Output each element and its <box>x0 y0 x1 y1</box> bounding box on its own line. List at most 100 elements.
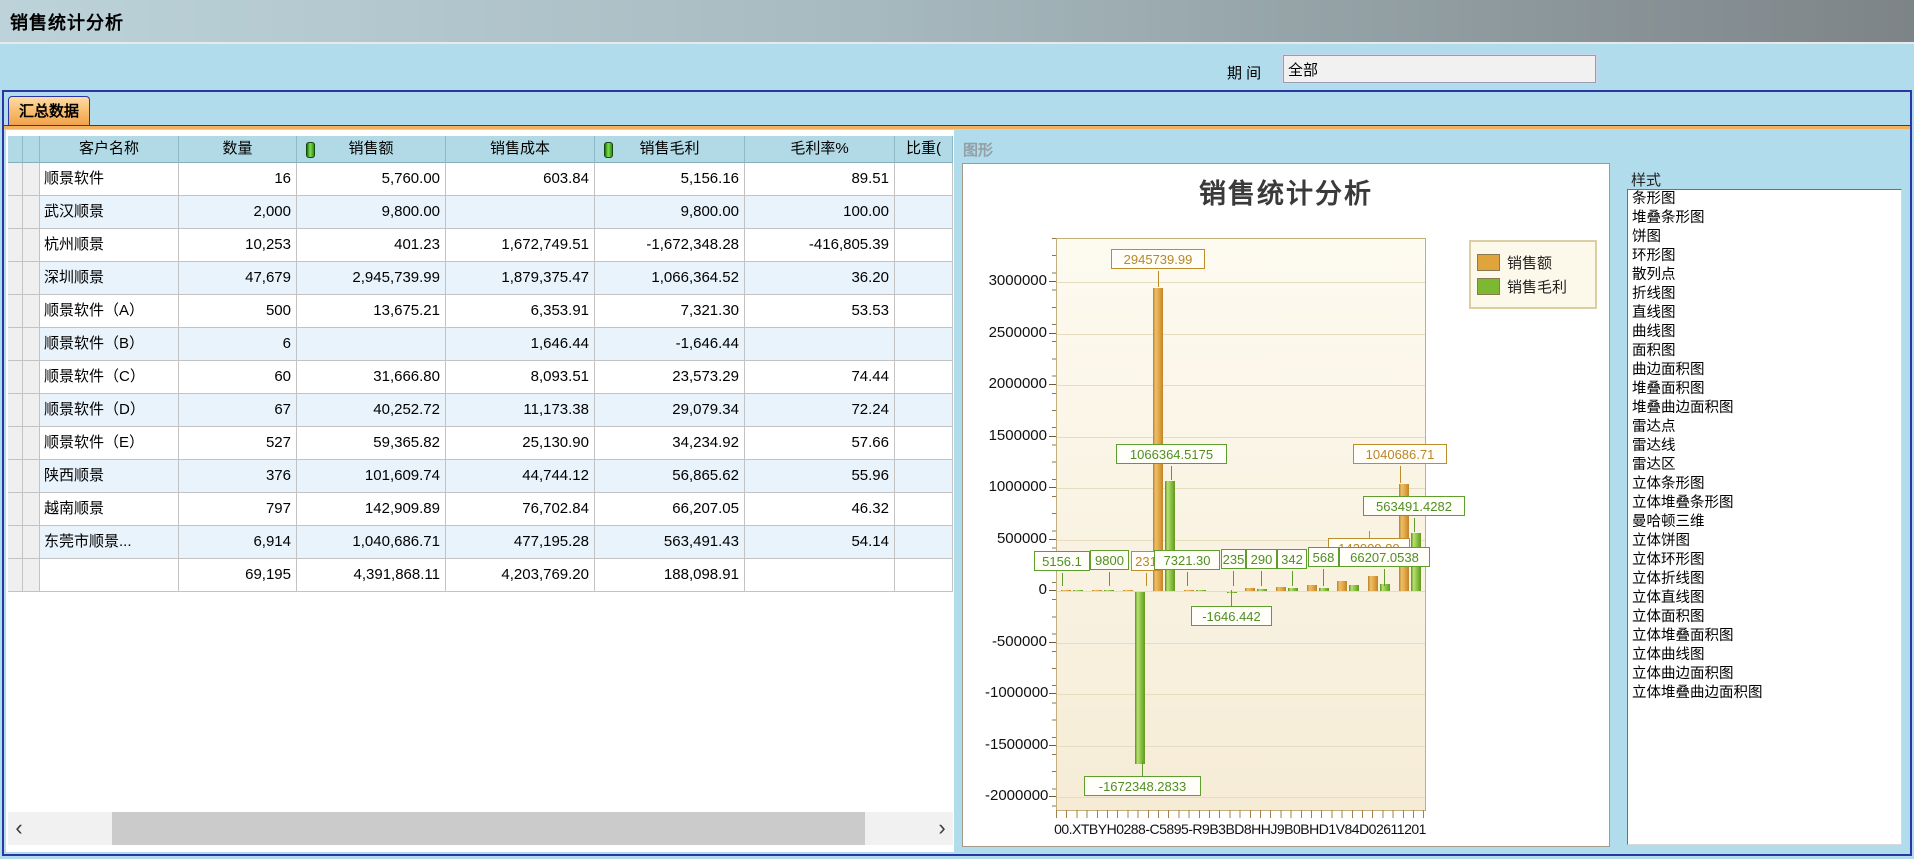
tab-summary-data[interactable]: 汇总数据 <box>8 96 90 126</box>
table-cell[interactable]: 527 <box>179 427 297 460</box>
style-item-1[interactable]: 条形图 <box>1628 190 1901 209</box>
style-item-13[interactable]: 雷达点 <box>1628 418 1901 437</box>
table-cell[interactable]: 23,573.29 <box>595 361 745 394</box>
total-row-cell[interactable] <box>895 559 953 592</box>
table-cell[interactable]: 40,252.72 <box>297 394 446 427</box>
style-item-12[interactable]: 堆叠曲边面积图 <box>1628 399 1901 418</box>
row-selector[interactable] <box>8 295 23 328</box>
table-cell[interactable] <box>895 262 953 295</box>
row-selector[interactable] <box>8 559 23 592</box>
table-cell[interactable]: 142,909.89 <box>297 493 446 526</box>
table-cell[interactable]: 6,353.91 <box>446 295 595 328</box>
column-header-6[interactable]: 毛利率% <box>745 136 895 163</box>
table-cell[interactable]: 25,130.90 <box>446 427 595 460</box>
row-selector[interactable] <box>8 394 23 427</box>
table-cell[interactable]: 29,079.34 <box>595 394 745 427</box>
table-cell[interactable] <box>895 295 953 328</box>
table-cell[interactable]: 11,173.38 <box>446 394 595 427</box>
table-cell[interactable]: 31,666.80 <box>297 361 446 394</box>
table-cell[interactable] <box>895 493 953 526</box>
row-selector[interactable] <box>23 295 40 328</box>
column-header-7[interactable]: 比重( <box>895 136 953 163</box>
table-cell[interactable]: 深圳顺景 <box>40 262 179 295</box>
table-cell[interactable]: 59,365.82 <box>297 427 446 460</box>
table-cell[interactable]: 顺景软件（E） <box>40 427 179 460</box>
table-cell[interactable]: 顺景软件（A） <box>40 295 179 328</box>
row-selector[interactable] <box>23 229 40 262</box>
table-cell[interactable]: 10,253 <box>179 229 297 262</box>
table-cell[interactable]: 74.44 <box>745 361 895 394</box>
style-item-3[interactable]: 饼图 <box>1628 228 1901 247</box>
scroll-right-icon[interactable]: › <box>931 812 953 845</box>
table-cell[interactable]: 46.32 <box>745 493 895 526</box>
table-cell[interactable]: 武汉顺景 <box>40 196 179 229</box>
style-item-5[interactable]: 散列点 <box>1628 266 1901 285</box>
total-row-cell[interactable]: 69,195 <box>179 559 297 592</box>
table-cell[interactable]: 2,000 <box>179 196 297 229</box>
style-item-26[interactable]: 立体曲边面积图 <box>1628 665 1901 684</box>
table-cell[interactable] <box>895 460 953 493</box>
style-item-27[interactable]: 立体堆叠曲边面积图 <box>1628 684 1901 703</box>
table-cell[interactable]: 16 <box>179 163 297 196</box>
row-selector[interactable] <box>8 493 23 526</box>
table-cell[interactable] <box>895 196 953 229</box>
style-item-9[interactable]: 面积图 <box>1628 342 1901 361</box>
row-selector[interactable] <box>8 427 23 460</box>
row-selector[interactable] <box>8 163 23 196</box>
row-selector[interactable] <box>8 262 23 295</box>
table-cell[interactable]: -416,805.39 <box>745 229 895 262</box>
row-selector[interactable] <box>23 328 40 361</box>
style-item-14[interactable]: 雷达线 <box>1628 437 1901 456</box>
row-selector[interactable] <box>8 196 23 229</box>
style-item-4[interactable]: 环形图 <box>1628 247 1901 266</box>
table-cell[interactable] <box>895 229 953 262</box>
row-selector[interactable] <box>23 394 40 427</box>
table-cell[interactable]: 顺景软件（B） <box>40 328 179 361</box>
table-cell[interactable]: 7,321.30 <box>595 295 745 328</box>
style-item-15[interactable]: 雷达区 <box>1628 456 1901 475</box>
table-cell[interactable]: 34,234.92 <box>595 427 745 460</box>
table-cell[interactable]: 101,609.74 <box>297 460 446 493</box>
table-cell[interactable]: 陕西顺景 <box>40 460 179 493</box>
style-item-22[interactable]: 立体直线图 <box>1628 589 1901 608</box>
total-row-cell[interactable] <box>40 559 179 592</box>
total-row-cell[interactable]: 188,098.91 <box>595 559 745 592</box>
table-cell[interactable]: -1,646.44 <box>595 328 745 361</box>
row-selector[interactable] <box>23 493 40 526</box>
table-cell[interactable] <box>895 328 953 361</box>
style-item-17[interactable]: 立体堆叠条形图 <box>1628 494 1901 513</box>
style-item-25[interactable]: 立体曲线图 <box>1628 646 1901 665</box>
style-item-2[interactable]: 堆叠条形图 <box>1628 209 1901 228</box>
scroll-left-icon[interactable]: ‹ <box>8 812 30 845</box>
style-item-10[interactable]: 曲边面积图 <box>1628 361 1901 380</box>
table-cell[interactable]: 401.23 <box>297 229 446 262</box>
table-cell[interactable] <box>895 361 953 394</box>
table-cell[interactable] <box>297 328 446 361</box>
column-header-3[interactable]: 销售额 <box>297 136 446 163</box>
style-item-7[interactable]: 直线图 <box>1628 304 1901 323</box>
table-cell[interactable]: 顺景软件（D） <box>40 394 179 427</box>
table-cell[interactable]: 6,914 <box>179 526 297 559</box>
column-header-4[interactable]: 销售成本 <box>446 136 595 163</box>
table-cell[interactable]: 8,093.51 <box>446 361 595 394</box>
table-cell[interactable] <box>745 328 895 361</box>
scrollbar-thumb[interactable] <box>112 812 865 845</box>
style-item-21[interactable]: 立体折线图 <box>1628 570 1901 589</box>
table-cell[interactable]: 顺景软件 <box>40 163 179 196</box>
table-cell[interactable]: 54.14 <box>745 526 895 559</box>
table-cell[interactable] <box>895 163 953 196</box>
table-cell[interactable]: 66,207.05 <box>595 493 745 526</box>
table-cell[interactable]: 53.53 <box>745 295 895 328</box>
row-selector[interactable] <box>23 460 40 493</box>
table-cell[interactable]: 6 <box>179 328 297 361</box>
style-item-8[interactable]: 曲线图 <box>1628 323 1901 342</box>
table-cell[interactable] <box>895 427 953 460</box>
table-cell[interactable]: -1,672,348.28 <box>595 229 745 262</box>
row-selector[interactable] <box>8 229 23 262</box>
table-cell[interactable]: 5,156.16 <box>595 163 745 196</box>
table-cell[interactable]: 2,945,739.99 <box>297 262 446 295</box>
row-selector[interactable] <box>8 460 23 493</box>
table-cell[interactable]: 1,040,686.71 <box>297 526 446 559</box>
table-cell[interactable]: 376 <box>179 460 297 493</box>
table-cell[interactable]: 越南顺景 <box>40 493 179 526</box>
